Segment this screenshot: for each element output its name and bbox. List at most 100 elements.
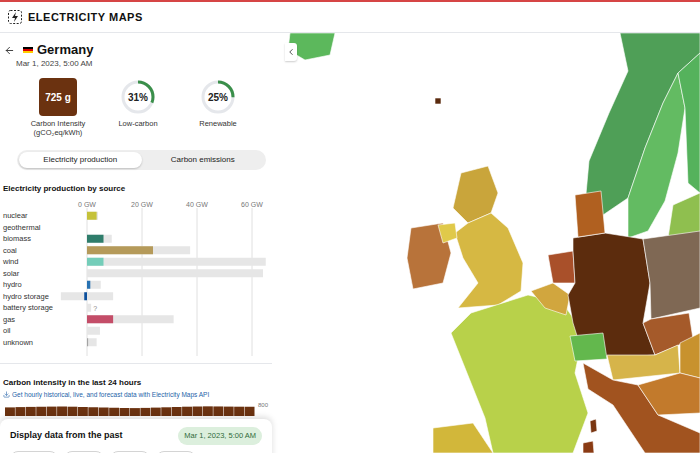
- source-row[interactable]: [87, 258, 266, 266]
- history-bar[interactable]: [245, 407, 255, 416]
- header: ELECTRICITY MAPS: [0, 0, 700, 33]
- capacity-bar: [87, 235, 112, 243]
- production-bar: [87, 235, 104, 243]
- history-bar[interactable]: [234, 407, 244, 416]
- map-region[interactable]: [607, 345, 680, 380]
- history-bar[interactable]: [161, 407, 171, 416]
- capacity-bar: [87, 258, 266, 266]
- chart-tick: 0 GW: [78, 200, 96, 209]
- source-row[interactable]: [87, 212, 98, 220]
- history-bar[interactable]: [224, 407, 234, 416]
- metric-label: Carbon Intensity: [31, 119, 86, 128]
- history-bar[interactable]: [36, 407, 46, 416]
- history-bar[interactable]: [88, 407, 98, 416]
- map-region[interactable]: [548, 251, 575, 283]
- time-button[interactable]: [10, 451, 58, 453]
- time-button[interactable]: [156, 451, 196, 453]
- source-row[interactable]: [61, 292, 113, 300]
- history-bar[interactable]: [5, 407, 15, 416]
- map-region[interactable]: [638, 373, 700, 415]
- history-bar[interactable]: [213, 406, 223, 416]
- time-button[interactable]: [64, 451, 104, 453]
- history-bar[interactable]: [26, 407, 36, 416]
- production-bar: [87, 304, 88, 312]
- history-bar[interactable]: [99, 408, 109, 417]
- map-region[interactable]: [643, 231, 700, 319]
- history-bar[interactable]: [120, 408, 130, 416]
- source-row[interactable]: [87, 235, 112, 243]
- history-bar[interactable]: [130, 408, 140, 416]
- chart-tick: 60 GW: [241, 200, 263, 209]
- production-bar: [87, 281, 90, 289]
- history-bar[interactable]: [78, 407, 88, 416]
- production-bar: [87, 327, 88, 335]
- chevron-left-icon: [286, 47, 296, 57]
- metric-label: Renewable: [199, 119, 237, 128]
- map-region[interactable]: [678, 53, 700, 193]
- map-region[interactable]: [590, 419, 597, 433]
- grid-line: [142, 208, 143, 356]
- source-row[interactable]: [87, 327, 100, 335]
- history-bar[interactable]: [15, 407, 25, 416]
- source-row[interactable]: [87, 338, 97, 346]
- source-row[interactable]: [87, 315, 174, 323]
- logo-title[interactable]: ELECTRICITY MAPS: [28, 9, 143, 26]
- source-row[interactable]: [87, 269, 263, 277]
- history-bar[interactable]: [57, 407, 67, 417]
- map[interactable]: [283, 33, 700, 453]
- source-label: oil: [3, 325, 60, 337]
- map-region[interactable]: [433, 423, 493, 453]
- source-row[interactable]: ?: [87, 304, 97, 312]
- download-icon: [3, 391, 10, 398]
- history-bars: [5, 402, 255, 416]
- source-label: battery storage: [3, 302, 60, 314]
- metric-value: 725 g: [45, 90, 71, 105]
- low-carbon: 31%Low-carbon: [98, 78, 178, 137]
- map-region[interactable]: [680, 333, 700, 378]
- api-link[interactable]: Get hourly historical, live, and forecas…: [0, 390, 283, 399]
- capacity-bar: [87, 269, 263, 277]
- selected-time[interactable]: Mar 1, 2023, 5:00 AM: [178, 427, 262, 444]
- source-label: hydro: [3, 279, 60, 291]
- metric-unit: (gCO₂eq/kWh): [34, 128, 83, 137]
- history-bar[interactable]: [109, 408, 119, 416]
- collapse-panel-button[interactable]: [285, 43, 297, 61]
- map-region[interactable]: [668, 193, 700, 238]
- view-toggle-option[interactable]: Carbon emissions: [142, 152, 265, 168]
- source-label: hydro storage: [3, 291, 60, 303]
- history-bar[interactable]: [193, 407, 203, 417]
- source-label: geothermal: [3, 222, 60, 234]
- divider: [0, 363, 272, 364]
- history-bar[interactable]: [182, 407, 192, 416]
- map-region[interactable]: [438, 223, 457, 243]
- production-bar: [87, 246, 153, 254]
- production-bar: [84, 292, 87, 300]
- history-bar[interactable]: [203, 406, 213, 416]
- europe-map[interactable]: [283, 33, 700, 453]
- back-arrow-icon[interactable]: [4, 45, 15, 56]
- history-bar[interactable]: [47, 407, 57, 416]
- time-button[interactable]: [110, 451, 150, 453]
- grid-line: [252, 208, 253, 356]
- history-bar[interactable]: [140, 408, 150, 416]
- logo-icon[interactable]: [8, 10, 22, 24]
- source-row[interactable]: [87, 246, 190, 254]
- germany-flag-icon: [23, 47, 33, 54]
- history-axis-max: 800: [258, 402, 268, 409]
- map-region[interactable]: [435, 98, 441, 104]
- view-toggle: Electricity productionCarbon emissions: [17, 150, 266, 170]
- map-region[interactable]: [583, 441, 594, 453]
- metric-value: 31%: [128, 90, 148, 105]
- map-region[interactable]: [531, 283, 570, 315]
- history-bar[interactable]: [151, 408, 161, 416]
- map-region[interactable]: [570, 333, 607, 361]
- grid-line: [197, 208, 198, 356]
- time-panel: Display data from the pastMar 1, 2023, 5…: [0, 419, 272, 453]
- map-region[interactable]: [583, 363, 700, 453]
- source-row[interactable]: [87, 281, 101, 289]
- history-bar[interactable]: [172, 407, 182, 416]
- view-toggle-option[interactable]: Electricity production: [19, 152, 142, 168]
- history-bar[interactable]: [68, 407, 78, 416]
- map-region[interactable]: [575, 191, 605, 237]
- map-region[interactable]: [455, 213, 523, 308]
